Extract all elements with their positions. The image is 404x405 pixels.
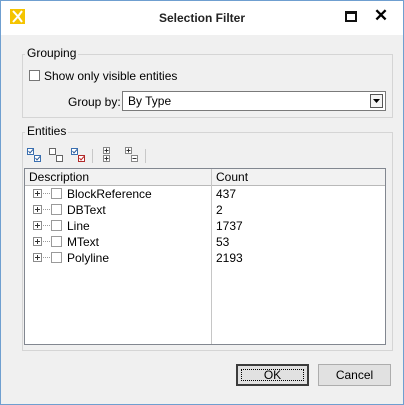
grouping-label: Grouping: [25, 46, 79, 60]
table-row[interactable]: DBText 2: [25, 202, 385, 218]
row-count: 53: [216, 235, 230, 249]
toolbar-separator: [145, 149, 146, 163]
entities-label: Entities: [25, 124, 69, 138]
row-description: Polyline: [67, 251, 110, 265]
tree-line: [43, 193, 50, 194]
row-checkbox[interactable]: [51, 236, 62, 247]
expand-icon[interactable]: [33, 205, 42, 214]
row-checkbox[interactable]: [51, 220, 62, 231]
maximize-icon[interactable]: [345, 11, 357, 22]
tree-line: [43, 209, 50, 210]
row-count: 437: [216, 187, 237, 201]
row-checkbox[interactable]: [51, 188, 62, 199]
group-by-label: Group by:: [68, 95, 121, 109]
expand-icon[interactable]: [33, 189, 42, 198]
toolbar-separator: [92, 149, 93, 163]
show-visible-checkbox[interactable]: [29, 70, 40, 81]
uncheck-all-icon[interactable]: [48, 147, 64, 163]
table-row[interactable]: MText 53: [25, 234, 385, 250]
expand-icon[interactable]: [33, 221, 42, 230]
row-count: 2193: [216, 251, 243, 265]
column-header-description[interactable]: Description: [29, 170, 89, 184]
title-bar: Selection Filter ✕: [1, 1, 403, 35]
row-description: Line: [67, 219, 90, 233]
check-all-icon[interactable]: [26, 147, 42, 163]
tree-line: [43, 225, 50, 226]
group-by-select[interactable]: By Type: [122, 91, 386, 111]
chevron-down-icon[interactable]: [370, 94, 383, 108]
ok-button[interactable]: OK: [236, 364, 309, 386]
focus-rect: [241, 369, 304, 381]
expand-icon[interactable]: [33, 237, 42, 246]
window-title: Selection Filter: [158, 11, 246, 25]
selection-filter-dialog: Selection Filter ✕ Grouping Show only vi…: [0, 0, 404, 405]
table-row[interactable]: Line 1737: [25, 218, 385, 234]
row-count: 1737: [216, 219, 243, 233]
show-visible-label[interactable]: Show only visible entities: [44, 69, 177, 83]
expand-all-icon[interactable]: [101, 147, 117, 163]
row-description: DBText: [67, 203, 106, 217]
expand-icon[interactable]: [33, 253, 42, 262]
column-header-count[interactable]: Count: [216, 170, 248, 184]
cancel-button[interactable]: Cancel: [318, 364, 391, 386]
invert-check-icon[interactable]: [70, 147, 86, 163]
row-checkbox[interactable]: [51, 204, 62, 215]
grid-header: Description Count: [25, 169, 385, 186]
row-count: 2: [216, 203, 223, 217]
table-row[interactable]: BlockReference 437: [25, 186, 385, 202]
row-description: BlockReference: [67, 187, 152, 201]
close-icon[interactable]: ✕: [371, 7, 391, 27]
tree-line: [43, 241, 50, 242]
row-description: MText: [67, 235, 100, 249]
row-checkbox[interactable]: [51, 252, 62, 263]
group-by-value: By Type: [128, 94, 172, 108]
entities-grid[interactable]: Description Count BlockReference 437 DBT…: [24, 168, 386, 345]
tree-line: [43, 257, 50, 258]
table-row[interactable]: Polyline 2193: [25, 250, 385, 266]
collapse-all-icon[interactable]: [123, 147, 139, 163]
cancel-button-label: Cancel: [335, 368, 374, 382]
